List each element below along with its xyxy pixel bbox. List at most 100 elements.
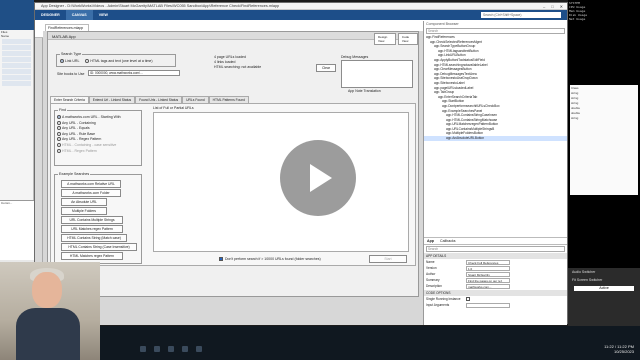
- example-html-match-case-button[interactable]: HTML Contains String (Match case): [61, 234, 127, 242]
- tab-designer[interactable]: DESIGNER: [35, 10, 66, 20]
- taskbar-icon[interactable]: [182, 346, 188, 352]
- tab-enter-search-criteria[interactable]: Enter Search Criteria: [50, 96, 89, 103]
- tab-html-patterns-found[interactable]: HTML Patterns Found: [208, 96, 249, 103]
- example-folder-button[interactable]: A mathworks.com Folder: [61, 189, 121, 197]
- ribbon-tabstrip: DESIGNER CANVAS VIEW Search (Ctrl+Shift+…: [35, 10, 567, 20]
- taskbar-icon[interactable]: [196, 346, 202, 352]
- prop-value[interactable]: Find the pages on our ref.: [466, 277, 510, 283]
- prop-name: Single Running Instance: [426, 297, 461, 301]
- search-input[interactable]: Search (Ctrl+Shift+Space): [481, 12, 561, 18]
- video-play-button[interactable]: [280, 140, 356, 216]
- design-canvas: MATLAB App Design View Code View Search …: [43, 31, 423, 325]
- code-view-button[interactable]: Code View: [397, 33, 418, 45]
- prop-name: Input Arguments: [426, 303, 450, 307]
- tab-urls-found[interactable]: URLs Found: [182, 96, 209, 103]
- workspace-row: string: [571, 96, 579, 100]
- taskbar-icon[interactable]: [140, 346, 146, 352]
- find-option-radio[interactable]: Any URL - Regex Pattern: [57, 137, 121, 142]
- window-title: App Designer - D:\WorkWorks\Videos - Adm…: [41, 4, 280, 8]
- system-terminal: SYSTEM CPU Usage Mem Usage Disk Usage Ne…: [569, 1, 588, 21]
- component-tree: app.FindReferences app.CheckSelectedRefe…: [424, 35, 567, 165]
- prop-value[interactable]: Check Full References: [466, 259, 510, 265]
- active-button[interactable]: Active: [574, 286, 634, 291]
- status-line-2: 4 links loaded: [214, 60, 236, 64]
- prop-name: Version: [426, 266, 437, 270]
- tab-app[interactable]: App: [427, 239, 434, 243]
- tab-extend-url-linked-status[interactable]: Extend Url - Linked Status: [88, 96, 136, 103]
- tab-group: Enter Search Criteria Extend Url - Linke…: [50, 96, 416, 266]
- tab-found-urls-linked-status[interactable]: Found Urls - Linked Status: [135, 96, 183, 103]
- example-regex-url-button[interactable]: URL Matches regex Pattern: [61, 225, 123, 233]
- prop-name: Author: [426, 272, 436, 276]
- tab-view[interactable]: VIEW: [93, 10, 114, 20]
- matlab-background-window: Files Name Comm...: [0, 0, 34, 300]
- name-column-label: Name: [1, 34, 10, 38]
- max-urls-checkbox-row: Don't perform search if > 10000 URLs fou…: [219, 257, 321, 261]
- find-legend: Find: [58, 108, 67, 112]
- find-option-radio[interactable]: Any URL - Containing: [57, 120, 121, 125]
- workspace-row: Class: [571, 86, 579, 90]
- matlab-ribbon: [0, 0, 34, 30]
- status-line-1: 4 page URLs loaded: [214, 55, 246, 59]
- matlab-files-pane: Files Name: [0, 30, 34, 200]
- example-html-regex-button[interactable]: HTML Matches regex Pattern: [61, 252, 123, 260]
- design-view-button[interactable]: Design View: [374, 33, 396, 45]
- tree-node-selected[interactable]: app.AnAbsoluteURLButton: [424, 136, 567, 141]
- example-searches-panel: Example Searches A mathworks.com Relativ…: [54, 172, 142, 264]
- fit-screen-switcher-label: Fit Screen Switcher: [572, 278, 603, 282]
- webcam-video-overlay: [0, 262, 100, 360]
- find-option-radio[interactable]: Any URL - Equals: [57, 126, 121, 131]
- example-relative-url-button[interactable]: A mathworks.com Relative URL: [61, 180, 121, 188]
- start-button[interactable]: Start: [369, 255, 407, 263]
- close-icon[interactable]: ✕: [560, 4, 563, 9]
- clock-date: 10/25/2023: [613, 349, 634, 354]
- prop-name: Summary: [426, 278, 440, 282]
- html-tags-radio[interactable]: HTML tags and text (one level at a time): [85, 59, 153, 63]
- prop-value[interactable]: mathworks.com...: [466, 283, 510, 289]
- tab-canvas[interactable]: CANVAS: [65, 10, 93, 20]
- max-urls-checkbox[interactable]: [219, 257, 223, 261]
- example-absolute-url-button[interactable]: An Absolute URL: [61, 198, 107, 206]
- audio-switcher-label: Audio Switcher: [572, 270, 596, 274]
- find-option-radio[interactable]: HTML - Regex Pattern: [57, 148, 121, 153]
- tab-callbacks[interactable]: Callbacks: [440, 239, 456, 243]
- status-line-3: HTML searching: not available: [214, 65, 262, 69]
- link-url-radio[interactable]: Link URL: [60, 59, 79, 63]
- inspector-tabs: App Callbacks: [424, 237, 567, 245]
- component-search-input[interactable]: Search: [426, 28, 565, 34]
- workspace-row: double: [571, 111, 581, 115]
- minimize-icon[interactable]: –: [543, 4, 545, 9]
- taskbar-icon[interactable]: [154, 346, 160, 352]
- app-note-label: App Note Translation: [348, 89, 381, 93]
- taskbar-icon[interactable]: [168, 346, 174, 352]
- search-criteria-tab-body: Find A mathworks.com URL - Starting With…: [50, 103, 416, 266]
- find-option-radio[interactable]: Any URL - Rule Base: [57, 131, 121, 136]
- prop-value[interactable]: Stuart McGarrity: [466, 271, 510, 277]
- view-switcher: Design View Code View: [374, 33, 418, 45]
- workspace-panel: Class string string string double double…: [570, 85, 638, 195]
- example-html-insensitive-button[interactable]: HTML Contains String (Case Insensitive): [61, 243, 137, 251]
- single-instance-checkbox[interactable]: [466, 297, 470, 301]
- example-multiple-strings-button[interactable]: URL Contains Multiple Strings: [61, 216, 123, 224]
- inspector-search-input[interactable]: Search: [426, 246, 565, 252]
- site-books-dropdown[interactable]: ID: 0000000, www.mathworks.com/...: [88, 70, 180, 76]
- url-list-label: List of Full or Partial URLs: [153, 106, 194, 110]
- debug-messages-textarea[interactable]: [341, 60, 413, 88]
- find-group: Find A mathworks.com URL - Starting With…: [54, 108, 142, 166]
- play-icon: [310, 164, 332, 192]
- command-label: Comm...: [1, 201, 13, 205]
- example-multiple-folders-button[interactable]: Multiple Folders: [61, 207, 107, 215]
- prop-value[interactable]: [466, 302, 510, 308]
- clear-button[interactable]: Clear: [316, 64, 336, 72]
- find-option-radio[interactable]: A mathworks.com URL - Starting With: [57, 115, 121, 119]
- max-urls-checkbox-label: Don't perform search if > 10000 URLs fou…: [225, 257, 321, 261]
- workspace-row: string: [571, 116, 579, 120]
- find-option-radio[interactable]: HTML - Containing - case sensitive: [57, 142, 121, 147]
- prop-name: Name: [426, 260, 435, 264]
- maximize-icon[interactable]: □: [551, 4, 553, 9]
- prop-value[interactable]: 1.0: [466, 265, 510, 271]
- workspace-row: double: [571, 106, 581, 110]
- example-searches-legend: Example Searches: [58, 172, 91, 176]
- matlab-command-pane: Comm...: [0, 200, 34, 260]
- site-books-label: Site books to Use: [57, 72, 85, 76]
